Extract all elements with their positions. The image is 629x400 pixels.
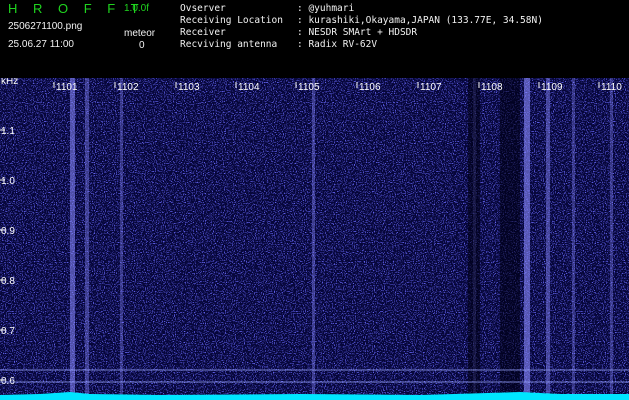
info-key: Ovserver bbox=[180, 3, 226, 14]
x-tick-label: 1109 bbox=[541, 82, 563, 93]
info-row-location: Receiving Location : kurashiki,Okayama,JA… bbox=[180, 15, 543, 26]
y-tick-label: 0.8 bbox=[1, 276, 15, 287]
x-tick-label: 1106 bbox=[359, 82, 381, 93]
info-row-receiver: Receiver : NESDR SMArt + HDSDR bbox=[180, 27, 417, 38]
info-key: Recviving antenna bbox=[180, 39, 278, 50]
info-value: : @yuhmari bbox=[297, 3, 355, 14]
y-tick-label: 1.1 bbox=[1, 126, 15, 137]
x-tick-label: 1103 bbox=[178, 82, 200, 93]
y-axis-unit: kHz bbox=[1, 78, 18, 87]
x-tick-label: 1110 bbox=[601, 82, 622, 93]
quiet-band bbox=[500, 78, 520, 400]
info-value: : kurashiki,Okayama,JAPAN (133.77E, 34.5… bbox=[297, 15, 543, 26]
info-key: Receiver bbox=[180, 27, 226, 38]
quiet-band bbox=[468, 78, 480, 400]
info-value: : Radix RV-62V bbox=[297, 39, 378, 50]
meteor-label: meteor bbox=[124, 28, 156, 39]
y-tick-label: 0.6 bbox=[1, 376, 15, 387]
x-tick-label: 1102 bbox=[117, 82, 139, 93]
signal-band bbox=[70, 78, 75, 400]
info-value: : NESDR SMArt + HDSDR bbox=[297, 27, 418, 38]
signal-band bbox=[546, 78, 550, 400]
meteor-count: 0 bbox=[139, 40, 145, 51]
signal-band bbox=[572, 78, 575, 400]
version-label: 1.0.0f bbox=[124, 3, 150, 14]
spectrogram[interactable]: kHz 1101 1102 1103 1104 1105 1106 1107 1108 1109… bbox=[0, 78, 629, 400]
capture-datetime: 25.06.27 11:00 bbox=[8, 39, 74, 50]
image-filename: 2506271100.png bbox=[8, 21, 83, 32]
signal-band bbox=[120, 78, 123, 400]
x-tick-label: 1105 bbox=[298, 82, 320, 93]
info-row-observer: Ovserver : @yuhmari bbox=[180, 3, 354, 14]
info-row-antenna: Recviving antenna : Radix RV-62V bbox=[180, 39, 377, 50]
y-tick-label: 0.9 bbox=[1, 226, 15, 237]
x-tick-label: 1101 bbox=[56, 82, 78, 93]
signal-band bbox=[524, 78, 530, 400]
x-tick-label: 1104 bbox=[238, 82, 260, 93]
signal-band bbox=[85, 78, 89, 400]
info-key: Receiving Location bbox=[180, 15, 283, 26]
header-panel: H R O F F T 1.0.0f 2506271100.png 25.06.… bbox=[0, 0, 629, 78]
y-tick-label: 0.7 bbox=[1, 326, 15, 337]
x-tick-label: 1107 bbox=[420, 82, 442, 93]
signal-band bbox=[610, 78, 613, 400]
signal-band bbox=[312, 78, 315, 400]
y-tick-label: 1.0 bbox=[1, 176, 15, 187]
x-tick-label: 1108 bbox=[481, 82, 503, 93]
